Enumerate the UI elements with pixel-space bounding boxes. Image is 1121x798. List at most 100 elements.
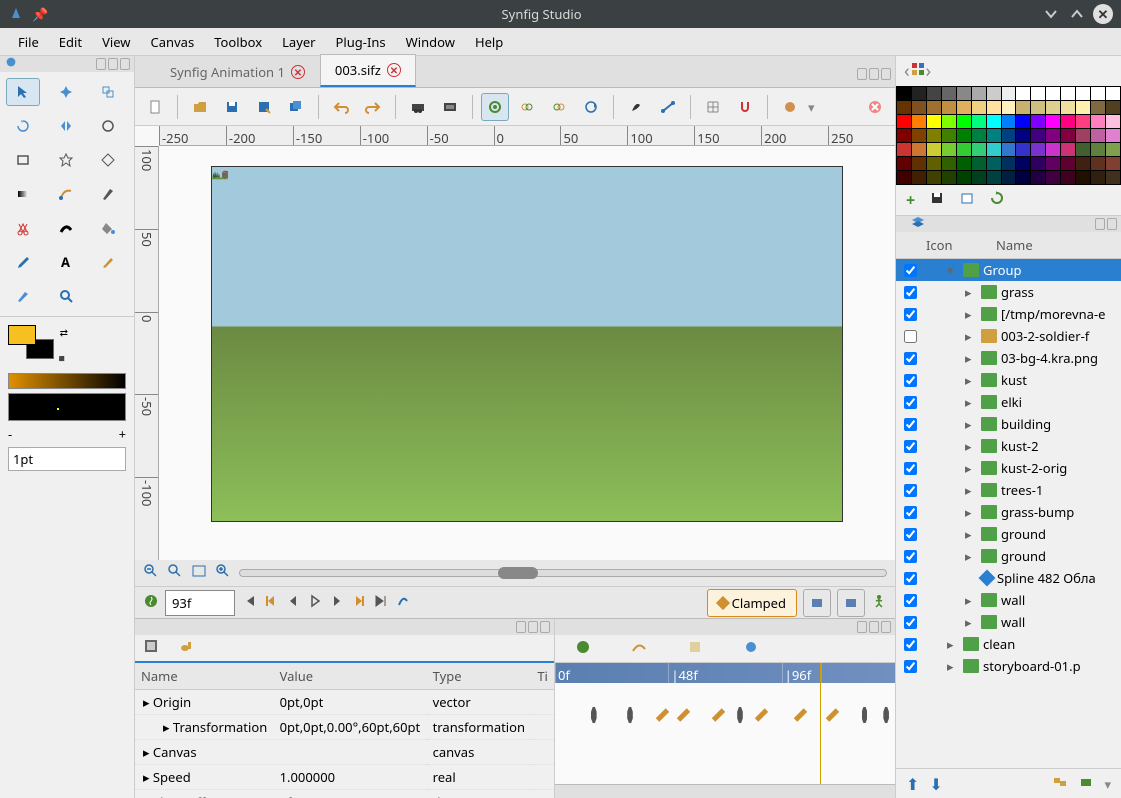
layer-row[interactable]: ▸storyboard-01.p xyxy=(896,655,1121,677)
scale-tool[interactable] xyxy=(91,78,125,106)
spline-tool[interactable] xyxy=(49,180,83,208)
palette-swatch[interactable] xyxy=(1061,87,1075,100)
keyframe-icon[interactable] xyxy=(591,707,597,723)
default-colors-icon[interactable]: ◾ xyxy=(56,351,68,365)
swap-colors-icon[interactable]: ⇄ xyxy=(60,325,68,339)
params-tab-icon[interactable] xyxy=(143,638,159,658)
menu-window[interactable]: Window xyxy=(396,29,465,55)
palette-swatch[interactable] xyxy=(1031,129,1045,142)
onion-skin-button[interactable] xyxy=(481,93,509,121)
palette-swatch[interactable] xyxy=(957,143,971,156)
waypoint-icon[interactable] xyxy=(677,708,690,721)
palette-swatch[interactable] xyxy=(1031,115,1045,128)
palette-swatch[interactable] xyxy=(1061,129,1075,142)
palette-swatch[interactable] xyxy=(1016,157,1030,170)
waypoint-icon[interactable] xyxy=(712,708,725,721)
expand-icon[interactable]: ▸ xyxy=(947,657,959,675)
layers-list[interactable]: ▾Group▸grass▸[/tmp/morevna-e▸003-2-soldi… xyxy=(896,259,1121,768)
palette-swatch[interactable] xyxy=(1031,87,1045,100)
palette-swatch[interactable] xyxy=(987,87,1001,100)
expand-icon[interactable]: ▸ xyxy=(965,305,977,323)
gradient-preview[interactable] xyxy=(8,373,126,389)
waypoint-icon[interactable] xyxy=(755,708,768,721)
layer-visible-checkbox[interactable] xyxy=(904,396,917,409)
redo-button[interactable] xyxy=(359,93,387,121)
palette-swatch[interactable] xyxy=(942,115,956,128)
timetrack-tab-icon[interactable] xyxy=(575,639,591,659)
expand-icon[interactable]: ▸ xyxy=(965,503,977,521)
increase-size[interactable]: + xyxy=(119,425,126,443)
next-frame-icon[interactable] xyxy=(329,593,345,613)
palette-swatch[interactable] xyxy=(897,171,911,184)
waypoint-icon[interactable] xyxy=(656,708,669,721)
palette-swatch[interactable] xyxy=(942,87,956,100)
layer-row[interactable]: ▸trees-1 xyxy=(896,479,1121,501)
palette-swatch[interactable] xyxy=(1061,101,1075,114)
expand-icon[interactable]: ▸ xyxy=(965,613,977,631)
expand-icon[interactable]: ▸ xyxy=(965,327,977,345)
zoom-tool[interactable] xyxy=(49,282,83,310)
layer-row[interactable]: ▸003-2-soldier-f xyxy=(896,325,1121,347)
options-button[interactable] xyxy=(776,93,804,121)
layer-visible-checkbox[interactable] xyxy=(904,440,917,453)
palette-swatch[interactable] xyxy=(1091,157,1105,170)
waypoint-icon[interactable] xyxy=(794,708,807,721)
grid-button[interactable] xyxy=(699,93,727,121)
layer-down-icon[interactable]: ⬇ xyxy=(929,773,942,795)
add-color-icon[interactable]: + xyxy=(906,189,915,211)
close-button[interactable]: ✕ xyxy=(1093,4,1113,24)
timeline-ruler[interactable]: 0f|48f|96f xyxy=(555,663,895,683)
close-tab-icon[interactable]: ✕ xyxy=(387,63,401,77)
palette-swatch[interactable] xyxy=(972,129,986,142)
menu-toolbox[interactable]: Toolbox xyxy=(204,29,272,55)
onion-future-button[interactable] xyxy=(545,93,573,121)
param-row[interactable]: ▸ Origin0pt,0ptvector xyxy=(135,690,554,715)
open-palette-icon[interactable] xyxy=(959,190,975,210)
palette-swatch[interactable] xyxy=(972,157,986,170)
palette-swatch[interactable] xyxy=(1016,115,1030,128)
palette-swatch[interactable] xyxy=(972,87,986,100)
layer-visible-checkbox[interactable] xyxy=(904,528,917,541)
palette-swatch[interactable] xyxy=(1076,171,1090,184)
layer-row[interactable]: Spline 482 Обла xyxy=(896,567,1121,589)
param-row[interactable]: ▸ Transformation0pt,0pt,0.00°,60pt,60ptt… xyxy=(135,715,554,740)
transform-tool[interactable] xyxy=(6,78,40,106)
palette-swatch[interactable] xyxy=(897,157,911,170)
play-icon[interactable] xyxy=(307,593,323,613)
save-palette-icon[interactable] xyxy=(929,190,945,210)
menu-help[interactable]: Help xyxy=(465,29,513,55)
timeline-body[interactable] xyxy=(555,683,895,784)
menu-layer[interactable]: Layer xyxy=(272,29,325,55)
palette-swatch[interactable] xyxy=(942,157,956,170)
group-layers-icon[interactable] xyxy=(1052,774,1068,794)
playhead-marker[interactable] xyxy=(820,663,822,683)
gradient-tool[interactable] xyxy=(6,180,40,208)
palette-swatch[interactable] xyxy=(957,87,971,100)
refresh-palette-icon[interactable] xyxy=(989,190,1005,210)
snap-button[interactable] xyxy=(731,93,759,121)
layer-row[interactable]: ▸grass-bump xyxy=(896,501,1121,523)
pin-icon[interactable]: 📌 xyxy=(32,5,48,23)
dropdown-arrow[interactable]: ▾ xyxy=(808,98,815,116)
history-tab-icon[interactable] xyxy=(687,639,703,659)
layer-visible-checkbox[interactable] xyxy=(904,418,917,431)
palette-swatch[interactable] xyxy=(1076,87,1090,100)
expand-icon[interactable]: ▾ xyxy=(947,261,959,279)
animate-mode-icon[interactable] xyxy=(143,593,159,613)
palette-swatch[interactable] xyxy=(1046,143,1060,156)
palette-swatch[interactable] xyxy=(1031,157,1045,170)
palette-swatch[interactable] xyxy=(912,171,926,184)
palette-swatch[interactable] xyxy=(1031,171,1045,184)
panel-next-icon[interactable]: › xyxy=(926,59,932,83)
expand-icon[interactable]: ▸ xyxy=(965,481,977,499)
save-all-button[interactable] xyxy=(282,93,310,121)
minimize-button[interactable] xyxy=(1041,4,1061,24)
sets-tab-icon[interactable] xyxy=(743,639,759,659)
palette-swatch[interactable] xyxy=(942,129,956,142)
width-tool[interactable] xyxy=(49,214,83,242)
palette-swatch[interactable] xyxy=(897,143,911,156)
keyframe-icon[interactable] xyxy=(883,707,889,723)
palette-swatch[interactable] xyxy=(1061,157,1075,170)
expand-icon[interactable]: ▸ xyxy=(965,349,977,367)
palette-swatch[interactable] xyxy=(897,101,911,114)
